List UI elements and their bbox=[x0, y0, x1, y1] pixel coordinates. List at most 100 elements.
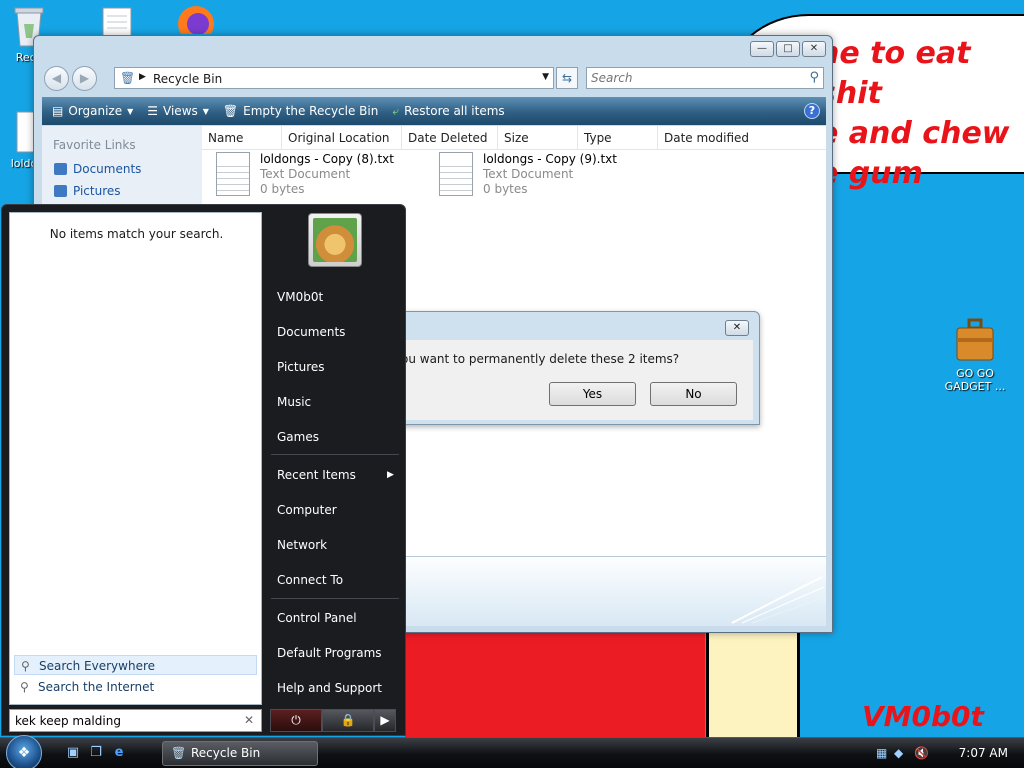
column-header-name[interactable]: Name bbox=[202, 126, 282, 150]
nav-link-documents[interactable]: Documents bbox=[54, 162, 141, 176]
clear-search-icon[interactable]: ✕ bbox=[244, 713, 254, 727]
power-options-arrow[interactable]: ▶ bbox=[374, 709, 396, 732]
arrow-right-icon: ▶ bbox=[380, 713, 390, 727]
chevron-down-icon: ▼ bbox=[127, 106, 134, 116]
column-header-date-deleted[interactable]: Date Deleted bbox=[402, 126, 498, 150]
nav-link-label: Pictures bbox=[73, 184, 121, 198]
start-menu-separator bbox=[271, 454, 399, 455]
start-item-connect-to[interactable]: Connect To bbox=[277, 573, 343, 587]
desktop-icon-firefox[interactable] bbox=[172, 2, 220, 42]
documents-folder-icon bbox=[54, 163, 67, 175]
column-header-date-modified[interactable]: Date modified bbox=[658, 126, 826, 150]
start-search-box[interactable]: ✕ bbox=[9, 709, 262, 732]
close-button[interactable]: ✕ bbox=[802, 41, 826, 57]
start-item-games[interactable]: Games bbox=[277, 430, 319, 444]
search-everywhere-link[interactable]: ⚲ Search Everywhere bbox=[14, 655, 257, 675]
lock-button[interactable]: 🔒 bbox=[322, 709, 374, 732]
wallpaper-signature: VM0b0t bbox=[862, 700, 984, 733]
system-tray: ▦ ◆ 🔇 7:07 AM bbox=[864, 738, 1024, 768]
views-button[interactable]: ☰ Views ▼ bbox=[143, 104, 219, 118]
file-type: Text Document bbox=[260, 167, 351, 181]
file-name: loldongs - Copy (8).txt bbox=[260, 152, 394, 166]
forward-button[interactable]: ▶ bbox=[72, 66, 97, 91]
search-internet-link[interactable]: ⚲ Search the Internet bbox=[14, 677, 257, 697]
views-label: Views bbox=[163, 104, 198, 118]
start-menu: No items match your search. ⚲ Search Eve… bbox=[1, 204, 406, 736]
window-controls: — □ ✕ bbox=[750, 41, 826, 57]
user-avatar-dog bbox=[313, 218, 357, 262]
start-menu-results-pane: No items match your search. ⚲ Search Eve… bbox=[9, 212, 262, 705]
switch-windows-icon[interactable]: ❐ bbox=[88, 745, 104, 761]
search-icon: ⚲ bbox=[20, 680, 29, 694]
back-button[interactable]: ◀ bbox=[44, 66, 69, 91]
speech-bubble-text: he to eat shit e and chew e gum bbox=[818, 36, 1010, 191]
start-item-recent-items[interactable]: Recent Items bbox=[277, 468, 356, 482]
address-text: Recycle Bin bbox=[153, 72, 223, 86]
internet-explorer-icon[interactable]: e bbox=[111, 745, 127, 761]
breadcrumb-arrow-icon: ▶ bbox=[139, 72, 146, 82]
briefcase-icon bbox=[956, 318, 994, 361]
clock[interactable]: 7:07 AM bbox=[959, 746, 1008, 760]
nav-link-label: Documents bbox=[73, 162, 142, 176]
volume-muted-icon[interactable]: 🔇 bbox=[914, 746, 929, 760]
start-item-help-and-support[interactable]: Help and Support bbox=[277, 681, 382, 695]
start-item-network[interactable]: Network bbox=[277, 538, 327, 552]
start-item-computer[interactable]: Computer bbox=[277, 503, 337, 517]
column-header-original-location[interactable]: Original Location bbox=[282, 126, 402, 150]
favorite-links-heading: Favorite Links bbox=[53, 138, 136, 152]
no-results-text: No items match your search. bbox=[49, 227, 224, 241]
power-controls: ⏻ 🔒 ▶ bbox=[270, 709, 396, 732]
file-type: Text Document bbox=[483, 167, 574, 181]
start-item-pictures[interactable]: Pictures bbox=[277, 360, 325, 374]
submenu-arrow-icon: ▶ bbox=[387, 470, 394, 480]
maximize-button[interactable]: □ bbox=[776, 41, 800, 57]
start-item-user[interactable]: VM0b0t bbox=[277, 290, 323, 304]
taskbar-button-recycle-bin[interactable]: 🗑 Recycle Bin bbox=[162, 741, 318, 766]
start-item-control-panel[interactable]: Control Panel bbox=[277, 611, 357, 625]
refresh-button[interactable]: ⇆ bbox=[556, 67, 578, 89]
dialog-close-button[interactable]: ✕ bbox=[725, 320, 749, 336]
search-box[interactable]: ⚲ bbox=[586, 67, 824, 89]
show-desktop-icon[interactable]: ▣ bbox=[65, 745, 81, 761]
empty-recycle-bin-button[interactable]: 🗑 Empty the Recycle Bin bbox=[219, 104, 388, 118]
user-picture[interactable] bbox=[308, 213, 362, 267]
desktop-icon-label: GO GO GADGET ... bbox=[944, 367, 1006, 393]
start-menu-separator bbox=[271, 598, 399, 599]
desktop-icon-go-go-gadget[interactable]: GO GO GADGET ... bbox=[940, 316, 1010, 393]
start-item-documents[interactable]: Documents bbox=[277, 325, 345, 339]
file-size: 0 bytes bbox=[260, 182, 305, 196]
file-item[interactable]: loldongs - Copy (8).txt Text Document 0 … bbox=[216, 152, 394, 197]
start-item-music[interactable]: Music bbox=[277, 395, 311, 409]
column-header-size[interactable]: Size bbox=[498, 126, 578, 150]
power-button[interactable]: ⏻ bbox=[270, 709, 322, 732]
command-bar: ▤ Organize ▼ ☰ Views ▼ 🗑 Empty the Recyc… bbox=[42, 97, 826, 125]
start-item-default-programs[interactable]: Default Programs bbox=[277, 646, 382, 660]
search-icon[interactable]: ⚲ bbox=[809, 70, 819, 85]
search-internet-label: Search the Internet bbox=[38, 680, 155, 694]
start-search-input[interactable] bbox=[10, 710, 238, 731]
recycle-bin-icon: 🗑 bbox=[222, 104, 239, 118]
yes-button[interactable]: Yes bbox=[549, 382, 636, 406]
help-icon[interactable]: ? bbox=[804, 103, 820, 119]
file-name: loldongs - Copy (9).txt bbox=[483, 152, 617, 166]
file-size: 0 bytes bbox=[483, 182, 528, 196]
column-header-type[interactable]: Type bbox=[578, 126, 658, 150]
nav-link-pictures[interactable]: Pictures bbox=[54, 184, 121, 198]
no-button[interactable]: No bbox=[650, 382, 737, 406]
chevron-down-icon[interactable]: ▼ bbox=[542, 72, 549, 82]
dialog-message: ou want to permanently delete these 2 it… bbox=[401, 352, 680, 366]
search-input[interactable] bbox=[587, 68, 787, 88]
network-icon[interactable]: ▦ bbox=[876, 746, 887, 760]
power-icon: ⏻ bbox=[291, 713, 301, 727]
start-button[interactable]: ❖ bbox=[6, 735, 42, 768]
security-icon[interactable]: ◆ bbox=[894, 746, 903, 760]
organize-button[interactable]: ▤ Organize ▼ bbox=[48, 104, 143, 118]
minimize-button[interactable]: — bbox=[750, 41, 774, 57]
file-item[interactable]: loldongs - Copy (9).txt Text Document 0 … bbox=[439, 152, 617, 197]
address-bar[interactable]: 🗑 ▶ Recycle Bin ▼ bbox=[114, 67, 554, 89]
organize-icon: ▤ bbox=[52, 104, 64, 118]
search-icon: ⚲ bbox=[21, 659, 30, 673]
firefox-icon bbox=[178, 6, 214, 42]
restore-all-button[interactable]: ⤶ Restore all items bbox=[388, 104, 514, 119]
pictures-folder-icon bbox=[54, 185, 67, 197]
